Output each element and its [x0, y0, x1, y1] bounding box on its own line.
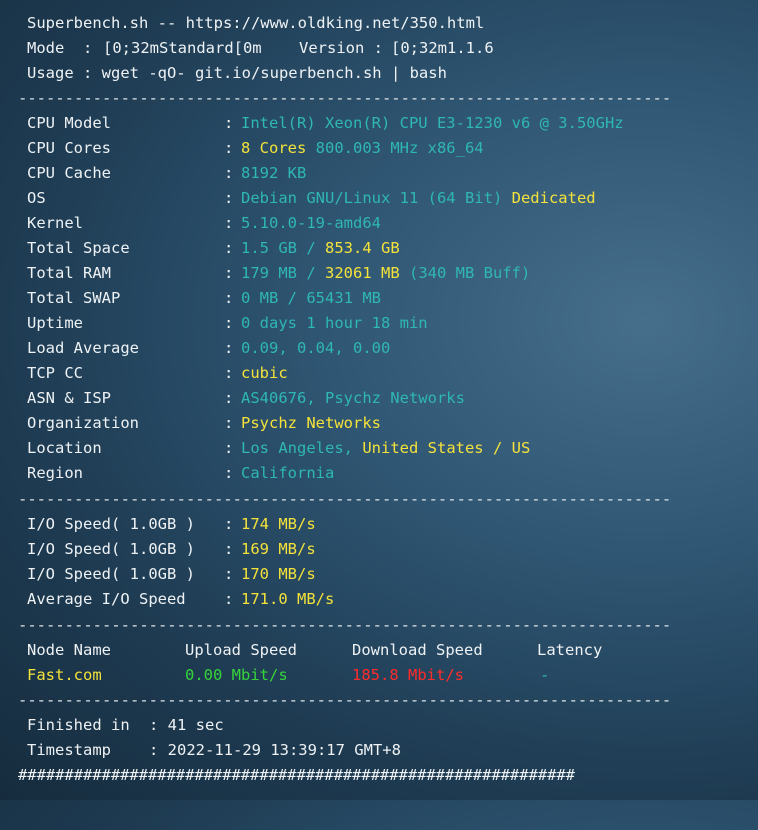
cpu-cache-row: CPU Cache : 8192 KB [27, 164, 307, 182]
mode-line: Mode : [0;32mStandard[0m Version : [0;32… [27, 39, 494, 57]
finished-row: Finished in : 41 sec [27, 716, 224, 734]
io-row: I/O Speed( 1.0GB ) : 170 MB/s [27, 565, 316, 583]
separator-line: ----------------------------------------… [18, 89, 672, 107]
timestamp-row: Timestamp : 2022-11-29 13:39:17 GMT+8 [27, 741, 401, 759]
io-average-row: Average I/O Speed : 171.0 MB/s [27, 590, 335, 608]
io-row: I/O Speed( 1.0GB ) : 174 MB/s [27, 515, 316, 533]
cpu-cores-row: CPU Cores : 8 Cores 800.003 MHz x86_64 [27, 139, 484, 157]
io-row: I/O Speed( 1.0GB ) : 169 MB/s [27, 540, 316, 558]
speedtest-row: Fast.com 0.00 Mbit/s 185.8 Mbit/s - [27, 666, 550, 684]
separator-line: ----------------------------------------… [18, 490, 672, 508]
uptime-row: Uptime : 0 days 1 hour 18 min [27, 314, 428, 332]
load-average-row: Load Average : 0.09, 0.04, 0.00 [27, 339, 391, 357]
total-swap-row: Total SWAP : 0 MB / 65431 MB [27, 289, 381, 307]
usage-line: Usage : wget -qO- git.io/superbench.sh |… [27, 64, 447, 82]
region-row: Region : California [27, 464, 335, 482]
total-space-row: Total Space : 1.5 GB / 853.4 GB [27, 239, 400, 257]
tcp-cc-row: TCP CC : cubic [27, 364, 288, 382]
kernel-row: Kernel : 5.10.0-19-amd64 [27, 214, 381, 232]
title-line: Superbench.sh -- https://www.oldking.net… [27, 14, 485, 32]
separator-line: ----------------------------------------… [18, 691, 672, 709]
asn-isp-row: ASN & ISP : AS40676, Psychz Networks [27, 389, 465, 407]
os-row: OS : Debian GNU/Linux 11 (64 Bit) Dedica… [27, 189, 596, 207]
organization-row: Organization : Psychz Networks [27, 414, 381, 432]
speedtest-header-row: Node Name Upload Speed Download Speed La… [27, 641, 603, 659]
hash-line: ########################################… [18, 766, 575, 784]
cpu-model-row: CPU Model : Intel(R) Xeon(R) CPU E3-1230… [27, 114, 624, 132]
location-row: Location : Los Angeles, United States / … [27, 439, 531, 457]
total-ram-row: Total RAM : 179 MB / 32061 MB (340 MB Bu… [27, 264, 531, 282]
separator-line: ----------------------------------------… [18, 616, 672, 634]
